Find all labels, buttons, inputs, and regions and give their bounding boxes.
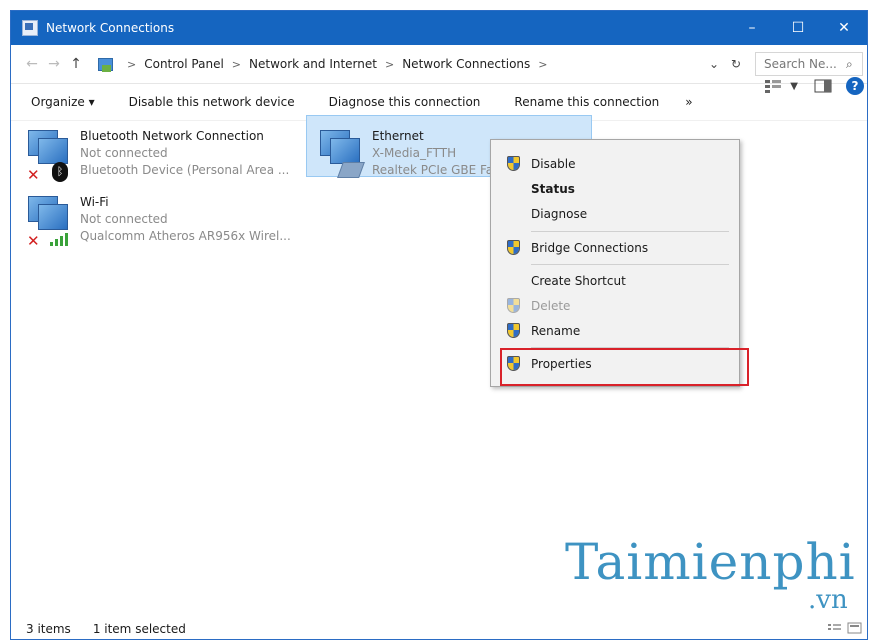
address-bar: ← → ↑ > Control Panel > Network and Inte…	[11, 45, 867, 84]
breadcrumb-separator[interactable]: >	[127, 58, 136, 71]
view-controls: ▼ ?	[764, 77, 864, 95]
connection-bluetooth[interactable]: ✕ ᛒ Bluetooth Network Connection Not con…	[22, 128, 289, 184]
network-folder-icon	[22, 20, 38, 36]
menu-item-bridge-connections[interactable]: Bridge Connections	[491, 236, 739, 260]
connection-device: Realtek PCIe GBE Fa	[372, 163, 494, 177]
chevron-down-icon[interactable]: ⌄	[703, 57, 725, 71]
ethernet-cable-icon	[337, 162, 365, 178]
disable-device-button[interactable]: Disable this network device	[129, 95, 295, 109]
breadcrumb-network-and-internet[interactable]: Network and Internet	[249, 57, 377, 71]
maximize-button[interactable]: ☐	[775, 11, 821, 45]
connection-device: Bluetooth Device (Personal Area ...	[80, 163, 290, 177]
wifi-adapter-icon: ✕	[22, 194, 72, 250]
details-view-icon[interactable]	[828, 622, 862, 637]
menu-item-diagnose[interactable]: Diagnose	[491, 202, 739, 226]
menu-separator	[531, 231, 729, 232]
uac-shield-icon	[505, 155, 523, 173]
address-actions: ⌄ ↻ Search Ne... ⌕	[703, 52, 863, 76]
connection-name: Bluetooth Network Connection	[80, 129, 264, 143]
breadcrumb-network-connections[interactable]: Network Connections	[402, 57, 530, 71]
back-arrow-icon[interactable]: ←	[21, 56, 43, 72]
watermark-suffix: .vn	[808, 585, 848, 615]
ethernet-adapter-icon	[314, 128, 365, 184]
menu-separator	[531, 264, 729, 265]
diagnose-button[interactable]: Diagnose this connection	[329, 95, 481, 109]
disconnected-x-icon: ✕	[27, 232, 40, 250]
bluetooth-adapter-icon: ✕ ᛒ	[22, 128, 72, 184]
rename-button[interactable]: Rename this connection	[514, 95, 659, 109]
status-bar: 3 items 1 item selected	[10, 618, 868, 640]
uac-shield-icon	[505, 322, 523, 340]
uac-shield-icon	[505, 297, 523, 315]
more-commands-button[interactable]: »	[685, 95, 692, 109]
close-button[interactable]: ✕	[821, 11, 867, 45]
window-title: Network Connections	[46, 21, 175, 35]
signal-bars-icon	[50, 232, 74, 246]
breadcrumb[interactable]: > Control Panel > Network and Internet >…	[93, 51, 699, 77]
refresh-icon[interactable]: ↻	[725, 57, 747, 71]
menu-item-delete: Delete	[491, 294, 739, 318]
menu-item-create-shortcut[interactable]: Create Shortcut	[491, 269, 739, 293]
connection-status: Not connected	[80, 212, 168, 226]
search-input[interactable]: Search Ne... ⌕	[755, 52, 863, 76]
minimize-button[interactable]: –	[729, 11, 775, 45]
breadcrumb-control-panel[interactable]: Control Panel	[144, 57, 224, 71]
up-arrow-icon[interactable]: ↑	[65, 56, 87, 72]
organize-button[interactable]: Organize ▾	[31, 95, 95, 109]
search-icon[interactable]: ⌕	[846, 57, 862, 72]
bluetooth-icon: ᛒ	[52, 162, 68, 182]
breadcrumb-separator[interactable]: >	[232, 58, 241, 71]
connection-status: Not connected	[80, 146, 168, 160]
help-icon[interactable]: ?	[846, 77, 864, 95]
menu-item-disable[interactable]: Disable	[491, 152, 739, 176]
forward-arrow-icon[interactable]: →	[43, 56, 65, 72]
uac-shield-icon	[505, 239, 523, 257]
preview-pane-icon[interactable]	[814, 79, 832, 93]
connection-status: X-Media_FTTH	[372, 146, 457, 160]
breadcrumb-separator[interactable]: >	[385, 58, 394, 71]
watermark-logo: Taimienphi	[565, 533, 856, 591]
menu-item-rename[interactable]: Rename	[491, 319, 739, 343]
menu-item-status[interactable]: Status	[491, 177, 739, 201]
view-dropdown-icon[interactable]: ▼	[790, 81, 798, 92]
item-count: 3 items	[26, 622, 71, 636]
connection-wifi[interactable]: ✕ Wi-Fi Not connected Qualcomm Atheros A…	[22, 194, 291, 250]
change-view-icon[interactable]	[764, 79, 784, 93]
connection-name: Wi-Fi	[80, 195, 109, 209]
search-placeholder: Search Ne...	[764, 57, 837, 71]
selection-count: 1 item selected	[92, 622, 186, 636]
window-controls: – ☐ ✕	[729, 11, 867, 45]
properties-highlight-box	[500, 348, 749, 386]
connection-ethernet[interactable]: Ethernet X-Media_FTTH Realtek PCIe GBE F…	[314, 128, 493, 184]
breadcrumb-separator[interactable]: >	[538, 58, 547, 71]
control-panel-icon	[97, 56, 113, 72]
title-bar[interactable]: Network Connections – ☐ ✕	[11, 11, 867, 45]
disconnected-x-icon: ✕	[27, 166, 40, 184]
connection-device: Qualcomm Atheros AR956x Wirel...	[80, 229, 291, 243]
connection-name: Ethernet	[372, 129, 424, 143]
